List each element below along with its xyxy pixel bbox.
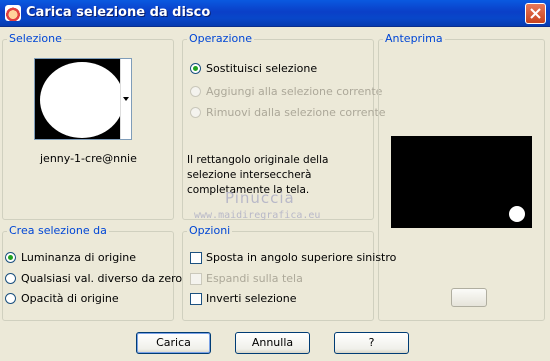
close-button[interactable] [525,3,546,24]
checkbox-label: Inverti selezione [206,292,297,305]
radio-dot [5,252,16,263]
carica-button[interactable]: Carica [136,332,211,354]
watermark-name: Pinuccia [225,189,295,207]
radio-dot [190,107,201,118]
title-bar[interactable]: Carica selezione da disco [0,0,550,27]
annulla-button[interactable]: Annulla [235,332,310,354]
preview-toggle-button[interactable] [451,288,487,307]
anteprima-legend: Anteprima [383,32,445,45]
dialog-window: Carica selezione da disco Selezione jenn… [0,0,550,361]
checkbox-box [190,252,202,264]
thumbnail-dropdown-button[interactable] [120,59,131,139]
radio-dot [190,63,201,74]
help-button[interactable]: ? [334,332,409,354]
checkbox-box [190,273,202,285]
radio-dot [5,273,16,284]
selection-thumbnail-picker[interactable] [34,58,132,140]
radio-dot [190,86,201,97]
preview-canvas [391,136,532,228]
opzioni-legend: Opzioni [187,224,233,237]
radio-dot [5,293,16,304]
checkbox-box [190,293,202,305]
app-icon [5,5,21,21]
operazione-legend: Operazione [187,32,254,45]
preview-selection-shape [509,206,525,222]
window-title: Carica selezione da disco [26,5,211,20]
checkbox-label: Sposta in angolo superiore sinistro [206,251,397,264]
radio-label: Qualsiasi val. diverso da zero [21,272,183,285]
radio-label: Rimuovi dalla selezione corrente [206,106,386,119]
radio-label: Aggiungi alla selezione corrente [206,85,383,98]
selection-preview-shape [40,62,124,138]
watermark-url: www.maidiregrafica.eu [194,210,321,221]
crea-selezione-legend: Crea selezione da [7,224,109,237]
radio-label: Sostituisci selezione [206,62,318,75]
selection-file-name: jenny-1-cre@nnie [40,152,137,165]
checkbox-label: Espandi sulla tela [206,272,303,285]
chevron-down-icon [123,97,129,101]
close-icon [530,8,541,19]
radio-label: Luminanza di origine [21,251,136,264]
radio-label: Opacità di origine [21,292,119,305]
selezione-legend: Selezione [7,32,64,45]
